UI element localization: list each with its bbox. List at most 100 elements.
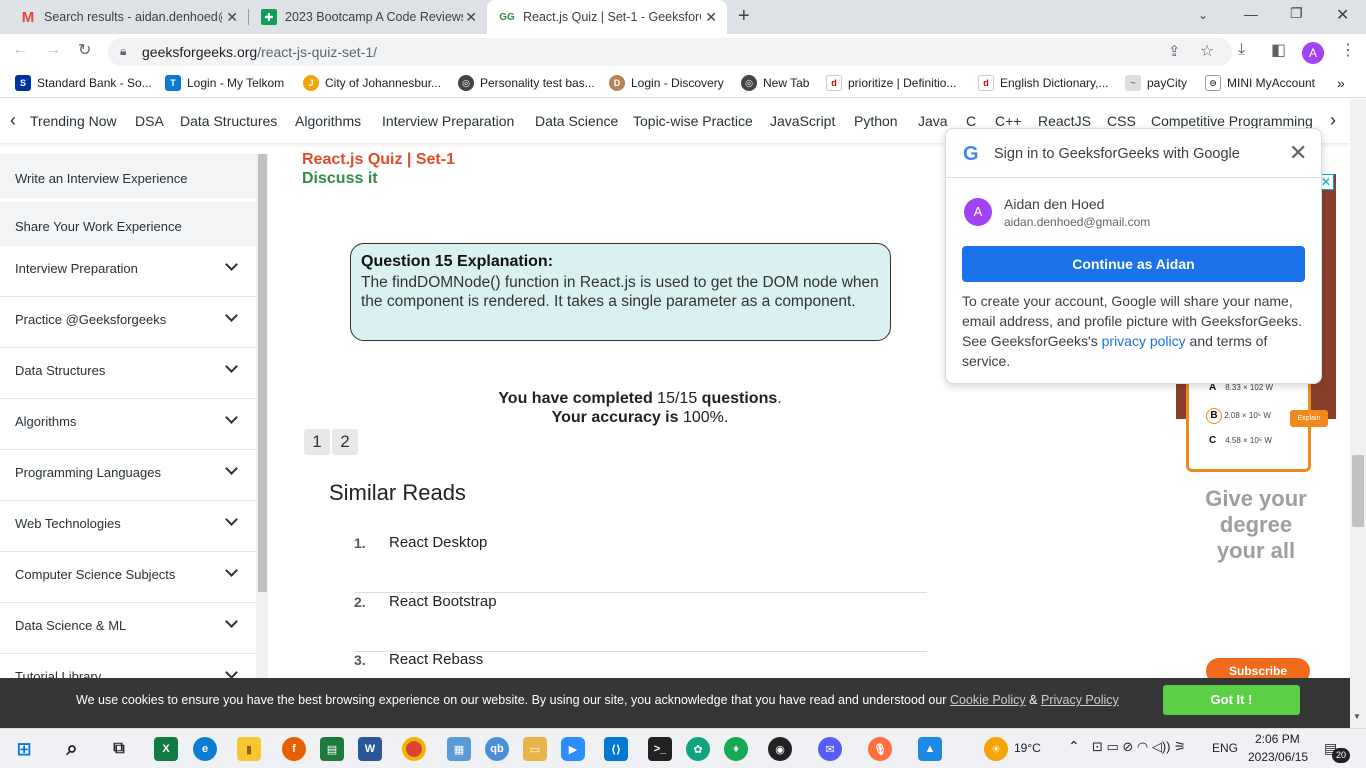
nav-item[interactable]: Data Structures: [180, 113, 277, 129]
photos-icon[interactable]: ▲: [918, 737, 942, 761]
sidebar-item-write-interview[interactable]: Write an Interview Experience: [0, 154, 256, 198]
nav-item[interactable]: C++: [995, 113, 1021, 129]
word-icon[interactable]: W: [358, 737, 382, 761]
obs-icon[interactable]: ◉: [768, 737, 792, 761]
sidebar-item-web-technologies[interactable]: Web Technologies: [0, 501, 256, 552]
page-scrollbar-thumb[interactable]: [1352, 455, 1364, 527]
clock-time[interactable]: 2:06 PM: [1255, 732, 1300, 746]
edge-icon[interactable]: e: [193, 737, 217, 761]
sidebar-item-programming-languages[interactable]: Programming Languages: [0, 450, 256, 501]
bookmark-item[interactable]: J City of Johannesbur...: [303, 75, 441, 91]
microphone-icon[interactable]: 🎙︎: [868, 737, 892, 761]
mongodb-icon[interactable]: ♦: [724, 737, 748, 761]
restore-icon[interactable]: ❐: [1290, 5, 1303, 22]
chatgpt-icon[interactable]: ✿: [686, 737, 710, 761]
notepad-icon[interactable]: ▤: [320, 737, 344, 761]
page-button-1[interactable]: 1: [304, 429, 330, 455]
bookmark-item[interactable]: ◎ Personality test bas...: [458, 75, 595, 91]
download-icon[interactable]: ⤓: [1238, 41, 1245, 59]
chrome-icon[interactable]: [402, 737, 426, 761]
nav-item[interactable]: ReactJS: [1038, 113, 1091, 129]
nav-left-chevron-icon[interactable]: ‹: [10, 110, 16, 131]
nav-item[interactable]: Python: [854, 113, 898, 129]
windows-start-icon[interactable]: ⊞: [12, 737, 36, 761]
firefox-icon[interactable]: f: [282, 737, 306, 761]
chevron-down-icon[interactable]: [225, 615, 238, 628]
chevron-down-icon[interactable]: [225, 309, 238, 322]
tray-chevron-icon[interactable]: ⌃: [1068, 738, 1080, 755]
similar-read-item[interactable]: 1. React Desktop: [354, 534, 927, 593]
tray-icons[interactable]: ⊡ ▭ ⊘ ◠ ◁)) ⚞: [1092, 739, 1186, 755]
nav-item[interactable]: JavaScript: [770, 113, 835, 129]
address-bar[interactable]: 🔒︎ geeksforgeeks.org/react-js-quiz-set-1…: [108, 38, 1232, 66]
nav-item[interactable]: Algorithms: [295, 113, 361, 129]
bookmark-item[interactable]: T Login - My Telkom: [165, 75, 284, 91]
new-tab-button[interactable]: +: [738, 5, 750, 28]
file-explorer-icon[interactable]: ▮: [237, 737, 261, 761]
quickbooks-icon[interactable]: qb: [485, 737, 509, 761]
browser-tab-sheets[interactable]: ✚ 2023 Bootcamp A Code Reviews ✕: [249, 0, 487, 34]
nav-item[interactable]: C: [966, 113, 976, 129]
quiz-title[interactable]: React.js Quiz | Set-1: [302, 151, 455, 169]
nav-item[interactable]: Interview Preparation: [382, 113, 514, 129]
calculator-icon[interactable]: ▦: [447, 737, 471, 761]
nav-item[interactable]: DSA: [135, 113, 164, 129]
similar-read-item[interactable]: 2. React Bootstrap: [354, 593, 927, 652]
close-tab-icon[interactable]: ✕: [705, 9, 717, 26]
bookmark-item[interactable]: ◎ New Tab: [741, 75, 809, 91]
chevron-down-icon[interactable]: [225, 462, 238, 475]
weather-icon[interactable]: ☀: [984, 737, 1008, 761]
excel-icon[interactable]: X: [154, 737, 178, 761]
sidebar-item-cs-subjects[interactable]: Computer Science Subjects: [0, 552, 256, 603]
menu-icon[interactable]: ⋮: [1340, 40, 1356, 60]
page-scrollbar[interactable]: [1350, 99, 1366, 728]
nav-item[interactable]: Java: [918, 113, 948, 129]
clock-date[interactable]: 2023/06/15: [1248, 750, 1308, 764]
sidebar-item-interview-prep[interactable]: Interview Preparation: [0, 246, 256, 297]
close-icon[interactable]: ✕: [1289, 140, 1307, 166]
folder-icon[interactable]: ▭: [523, 737, 547, 761]
back-icon[interactable]: ←: [12, 41, 28, 59]
vscode-icon[interactable]: ⟨⟩: [604, 737, 628, 761]
language-indicator[interactable]: ENG: [1212, 741, 1238, 755]
lock-icon[interactable]: 🔒︎: [120, 44, 126, 59]
browser-tab-gmail[interactable]: M Search results - aidan.denhoed@ ✕: [8, 0, 248, 34]
minimize-icon[interactable]: —: [1244, 6, 1258, 22]
zoom-icon[interactable]: ▶: [561, 737, 585, 761]
scroll-down-arrow-icon[interactable]: ▼: [1353, 712, 1361, 721]
account-name[interactable]: Aidan den Hoed: [1004, 196, 1104, 212]
forward-icon[interactable]: →: [45, 41, 61, 59]
similar-read-title[interactable]: React Desktop: [389, 534, 487, 551]
nav-item[interactable]: CSS: [1107, 113, 1136, 129]
nav-item[interactable]: Trending Now: [30, 113, 117, 129]
temperature[interactable]: 19°C: [1014, 741, 1041, 755]
sidebar-scrollbar-thumb[interactable]: [258, 154, 267, 592]
close-tab-icon[interactable]: ✕: [226, 9, 238, 26]
privacy-policy-link[interactable]: privacy policy: [1102, 333, 1186, 349]
sidebar-item-data-structures[interactable]: Data Structures: [0, 348, 256, 399]
similar-read-title[interactable]: React Bootstrap: [389, 593, 497, 610]
close-window-icon[interactable]: ✕: [1336, 5, 1349, 25]
more-bookmarks-icon[interactable]: »: [1337, 75, 1345, 91]
terminal-icon[interactable]: >_: [648, 737, 672, 761]
profile-avatar[interactable]: A: [1302, 42, 1324, 64]
nav-right-chevron-icon[interactable]: ›: [1326, 110, 1340, 131]
share-icon[interactable]: ⇪: [1168, 42, 1181, 60]
bookmark-item[interactable]: ~ payCity: [1125, 75, 1187, 91]
side-panel-icon[interactable]: ◧: [1271, 40, 1286, 60]
chevron-down-icon[interactable]: [225, 666, 238, 679]
task-view-icon[interactable]: ⧉: [107, 737, 131, 761]
bookmark-item[interactable]: d prioritize | Definitio...: [826, 75, 957, 91]
chevron-down-icon[interactable]: [225, 360, 238, 373]
bookmark-item[interactable]: ⊖ MINI MyAccount: [1205, 75, 1315, 91]
nav-item[interactable]: Topic-wise Practice: [633, 113, 753, 129]
sidebar-item-share-work[interactable]: Share Your Work Experience: [0, 202, 256, 246]
bookmark-item[interactable]: D Login - Discovery: [609, 75, 724, 91]
tab-search-icon[interactable]: ⌄: [1198, 8, 1208, 22]
discuss-link[interactable]: Discuss it: [302, 170, 378, 188]
account-email[interactable]: aidan.denhoed@gmail.com: [1004, 215, 1150, 229]
nav-item[interactable]: Data Science: [535, 113, 618, 129]
chevron-down-icon[interactable]: [225, 411, 238, 424]
reload-icon[interactable]: ↻: [78, 40, 91, 60]
bookmark-item[interactable]: d English Dictionary,...: [978, 75, 1109, 91]
